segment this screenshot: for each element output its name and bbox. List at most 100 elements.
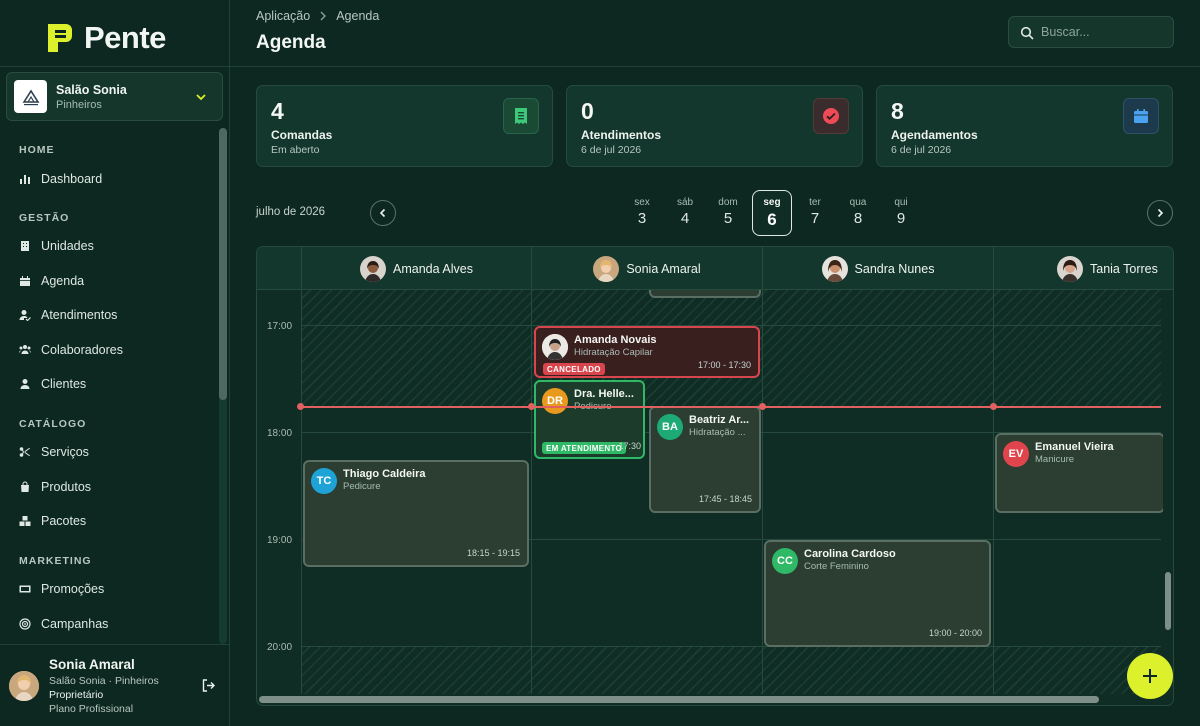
day-number: 3 <box>637 210 647 227</box>
nav-section-catalogo: CATÁLOGO <box>19 418 87 430</box>
target-icon <box>19 618 31 630</box>
client-initials-avatar: TC <box>311 468 337 494</box>
day-button[interactable]: qui 9 <box>881 197 921 227</box>
calendar-header: Amanda Alves Sonia Amaral Sandra Nunes T… <box>257 247 1173 290</box>
day-button[interactable]: sex 3 <box>622 197 662 227</box>
sidebar-item-clientes[interactable]: Clientes <box>19 374 86 394</box>
sidebar-item-atendimentos[interactable]: Atendimentos <box>19 305 117 325</box>
add-appointment-button[interactable] <box>1127 653 1173 699</box>
client-initials-avatar: CC <box>772 548 798 574</box>
calendar-icon <box>20 276 30 286</box>
appointment-card[interactable]: CC Carolina Cardoso Corte Feminino 19:00… <box>764 540 991 647</box>
day-weekday: dom <box>718 197 738 208</box>
appointment-card-in-service[interactable]: DR Dra. Helle... Pedicure EM ATENDIMENTO… <box>534 380 645 459</box>
status-badge-cancelled: CANCELADO <box>543 363 605 375</box>
day-button[interactable]: ter 7 <box>795 197 835 227</box>
sidebar-item-label: Unidades <box>41 239 94 253</box>
chevron-down-icon <box>196 94 206 101</box>
current-time-dot <box>528 403 535 410</box>
chevron-right-icon <box>320 11 327 21</box>
avatar <box>821 255 848 282</box>
stat-value: 0 <box>581 98 594 124</box>
professional-name: Amanda Alves <box>393 261 473 276</box>
column-header-professional[interactable]: Tania Torres <box>993 247 1173 290</box>
plus-icon <box>1143 669 1157 683</box>
stat-card-comandas[interactable]: 4 Comandas Em aberto <box>256 85 553 167</box>
time-label: 20:00 <box>267 642 293 653</box>
appointment-time: 19:00 - 20:00 <box>928 628 982 638</box>
column-header-professional[interactable]: Amanda Alves <box>301 247 531 290</box>
scrollbar-thumb[interactable] <box>259 696 1099 703</box>
unit-selector[interactable]: Salão Sonia Pinheiros <box>6 72 223 121</box>
day-weekday: ter <box>809 197 821 208</box>
user-role: Proprietário <box>49 689 104 701</box>
appointment-card-cancelled[interactable]: Amanda Novais Hidratação Capilar CANCELA… <box>534 326 760 378</box>
scrollbar-thumb[interactable] <box>1165 572 1171 630</box>
user-check-icon <box>19 310 31 321</box>
avatar <box>360 255 387 282</box>
client-initials-avatar: BA <box>657 414 683 440</box>
user-name: Sonia Amaral <box>49 657 135 672</box>
sidebar-item-agenda[interactable]: Agenda <box>19 271 84 291</box>
current-time-dot <box>759 403 766 410</box>
client-name: Amanda Novais <box>574 334 657 346</box>
scrollbar-thumb[interactable] <box>219 128 227 400</box>
time-label: 17:00 <box>267 321 293 332</box>
boxes-icon <box>19 516 31 526</box>
avatar <box>1057 255 1083 282</box>
column-header-professional[interactable]: Sonia Amaral <box>531 247 762 290</box>
client-name: Emanuel Vieira <box>1035 441 1114 453</box>
day-button[interactable]: dom 5 <box>708 197 748 227</box>
next-week-button[interactable] <box>1147 200 1173 226</box>
sidebar-item-unidades[interactable]: Unidades <box>19 236 94 256</box>
sidebar-item-pacotes[interactable]: Pacotes <box>19 511 86 531</box>
appointment-time: 17:45 - 18:45 <box>698 494 752 504</box>
search-input[interactable] <box>1041 17 1166 47</box>
sidebar-item-produtos[interactable]: Produtos <box>19 477 91 497</box>
logout-icon[interactable] <box>202 679 215 692</box>
sidebar-item-label: Campanhas <box>41 617 109 631</box>
prev-week-button[interactable] <box>370 200 396 226</box>
sidebar-item-promocoes[interactable]: Promoções <box>19 579 104 599</box>
day-number: 9 <box>896 210 906 227</box>
app: Pente Salão Sonia Pinheiros HOME Dashboa… <box>0 0 1200 726</box>
appointment-card[interactable]: TC Thiago Caldeira Pedicure 18:15 - 19:1… <box>303 460 529 567</box>
nav-section-home: HOME <box>19 144 55 156</box>
search-box[interactable] <box>1008 16 1174 48</box>
stat-card-atendimentos[interactable]: 0 Atendimentos 6 de jul 2026 <box>566 85 863 167</box>
day-button-selected[interactable]: seg 6 <box>752 190 792 236</box>
day-number: 5 <box>723 210 733 227</box>
calendar-grid[interactable]: 17:00 18:00 19:00 20:00 Amanda Novais Hi… <box>257 290 1173 694</box>
client-name: Carolina Cardoso <box>804 548 896 560</box>
sidebar-item-dashboard[interactable]: Dashboard <box>19 169 102 189</box>
client-initials-avatar: EV <box>1003 441 1029 467</box>
brand-logo[interactable]: Pente <box>46 20 166 56</box>
column-header-professional[interactable]: Sandra Nunes <box>762 247 993 290</box>
current-time-dot <box>990 403 997 410</box>
sidebar-item-label: Colaboradores <box>41 343 123 357</box>
appointment-card[interactable]: BA Beatriz Ar... Hidratação ... 17:45 - … <box>649 406 761 513</box>
stat-card-agendamentos[interactable]: 8 Agendamentos 6 de jul 2026 <box>876 85 1173 167</box>
sidebar-item-servicos[interactable]: Serviços <box>19 442 89 462</box>
scissors-icon <box>19 447 30 457</box>
horizontal-scrollbar[interactable] <box>259 695 1173 705</box>
avatar <box>9 671 39 701</box>
service-name: Hidratação Capilar <box>574 347 653 358</box>
sidebar-item-colaboradores[interactable]: Colaboradores <box>19 340 123 360</box>
day-button[interactable]: sáb 4 <box>665 197 705 227</box>
unavailable-slot <box>301 646 1161 694</box>
appointment-card[interactable] <box>649 290 761 298</box>
sidebar-item-label: Pacotes <box>41 514 87 528</box>
vertical-scrollbar[interactable] <box>1163 290 1173 694</box>
day-button[interactable]: qua 8 <box>838 197 878 227</box>
appointment-card[interactable]: EV Emanuel Vieira Manicure <box>995 433 1165 513</box>
sidebar-scrollbar[interactable] <box>219 128 227 644</box>
sidebar-item-campanhas[interactable]: Campanhas <box>19 614 108 634</box>
professional-name: Sandra Nunes <box>854 261 935 276</box>
stat-value: 4 <box>271 98 284 124</box>
appointment-time: 18:15 - 19:15 <box>466 548 520 558</box>
time-label: 19:00 <box>267 535 293 546</box>
breadcrumb-root[interactable]: Aplicação <box>256 9 310 23</box>
day-weekday: qua <box>849 197 867 208</box>
schedule-calendar: Amanda Alves Sonia Amaral Sandra Nunes T… <box>256 246 1174 706</box>
